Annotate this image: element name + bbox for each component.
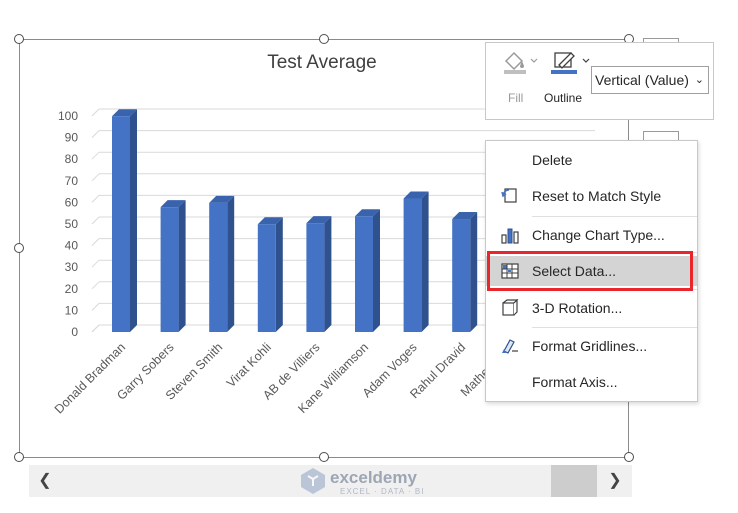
bar[interactable] — [452, 212, 478, 332]
menu-item-change-chart-type[interactable]: Change Chart Type... — [486, 220, 697, 250]
exceldemy-logo-icon — [301, 468, 325, 494]
y-tick-label: 100 — [58, 109, 78, 123]
rotation-3d-icon — [502, 299, 519, 316]
menu-item-label: Reset to Match Style — [532, 188, 662, 204]
select-data-highlight-box — [487, 251, 693, 291]
bar-face — [209, 202, 228, 332]
bar-side — [227, 195, 235, 332]
menu-item-format-gridlines[interactable]: Format Gridlines... — [486, 331, 697, 361]
y-tick-label: 80 — [65, 152, 79, 166]
resize-handle-middle-left[interactable] — [14, 243, 24, 253]
bar-face — [355, 216, 373, 332]
bar-face — [403, 198, 422, 332]
gridline-side — [91, 281, 100, 290]
x-tick-label: Virat Kohli — [224, 340, 274, 390]
menu-item-label: Change Chart Type... — [532, 227, 665, 243]
bar-side — [178, 200, 186, 332]
bar-face — [306, 223, 325, 332]
bar-face — [257, 224, 276, 332]
chart-title[interactable]: Test Average — [222, 52, 422, 74]
vertical-value-axis: 0 10 20 30 40 50 60 70 80 90 100 — [58, 109, 78, 339]
resize-handle-bottom-left[interactable] — [14, 452, 24, 462]
resize-handle-top-middle[interactable] — [319, 34, 329, 44]
format-gridlines-icon — [502, 339, 518, 354]
scroll-right-button[interactable]: ❯ — [599, 465, 631, 497]
chart-type-icon — [501, 228, 519, 244]
chevron-down-icon: ⌄ — [694, 74, 704, 86]
menu-item-format-axis[interactable]: Format Axis... — [486, 367, 697, 397]
chart-element-select-value: Vertical (Value) — [595, 72, 689, 88]
reset-style-icon — [501, 188, 517, 203]
bar-side — [275, 217, 283, 332]
gridline-side — [91, 238, 100, 246]
paint-bucket-icon — [504, 51, 538, 74]
y-tick-label: 20 — [65, 282, 79, 296]
bar-side — [421, 191, 429, 332]
gridline-side — [91, 324, 100, 333]
gridline-side — [91, 130, 100, 138]
fill-label: Fill — [508, 91, 524, 105]
y-tick-label: 0 — [71, 325, 78, 339]
y-tick-label: 50 — [65, 217, 79, 231]
bar[interactable] — [112, 109, 137, 332]
bar[interactable] — [403, 191, 429, 332]
menu-item-3d-rotation[interactable]: 3-D Rotation... — [486, 293, 697, 323]
y-tick-label: 40 — [65, 239, 79, 253]
bar[interactable] — [209, 195, 235, 332]
watermark-tagline: EXCEL · DATA · BI — [340, 487, 425, 496]
bar[interactable] — [160, 200, 186, 332]
gridline-side — [91, 216, 100, 225]
bar-face — [112, 116, 130, 332]
bar-face — [452, 219, 471, 332]
y-tick-label: 10 — [65, 303, 79, 317]
menu-item-label: 3-D Rotation... — [532, 300, 623, 316]
menu-separator — [532, 327, 697, 328]
x-tick-label: Donald Bradman — [52, 340, 128, 416]
scroll-thumb[interactable] — [551, 465, 597, 497]
scroll-left-button[interactable]: ❮ — [29, 465, 61, 497]
menu-item-delete[interactable]: Delete — [486, 145, 697, 175]
menu-item-label: Format Axis... — [532, 374, 618, 390]
y-tick-label: 90 — [65, 131, 79, 145]
bar[interactable] — [306, 216, 332, 332]
menu-item-label: Delete — [532, 152, 573, 168]
y-tick-label: 60 — [65, 195, 79, 209]
menu-item-label: Format Gridlines... — [532, 338, 648, 354]
bar-side — [470, 212, 478, 332]
exceldemy-watermark: exceldemy EXCEL · DATA · BI — [298, 466, 458, 496]
resize-handle-bottom-right[interactable] — [624, 452, 634, 462]
resize-handle-bottom-middle[interactable] — [319, 452, 329, 462]
gridline-side — [91, 173, 100, 182]
y-tick-label: 30 — [65, 260, 79, 274]
menu-item-reset-to-match-style[interactable]: Reset to Match Style — [486, 181, 697, 211]
bar-side — [324, 216, 332, 332]
bar-side — [130, 109, 137, 332]
bar-side — [373, 209, 380, 332]
watermark-name: exceldemy — [330, 468, 417, 487]
y-tick-label: 70 — [65, 174, 79, 188]
chart-element-select[interactable]: Vertical (Value) ⌄ — [591, 66, 709, 94]
outline-label: Outline — [544, 91, 583, 105]
gridline-side — [91, 303, 100, 311]
bar[interactable] — [257, 217, 283, 332]
bar-face — [160, 207, 179, 332]
gridline-side — [91, 259, 100, 268]
menu-separator — [532, 216, 697, 217]
pen-outline-icon — [551, 52, 590, 74]
gridline-side — [91, 195, 100, 203]
bar-series — [112, 109, 478, 332]
gridline-side — [91, 151, 100, 160]
bar[interactable] — [355, 209, 380, 332]
gridline-side — [91, 108, 100, 117]
resize-handle-top-left[interactable] — [14, 34, 24, 44]
